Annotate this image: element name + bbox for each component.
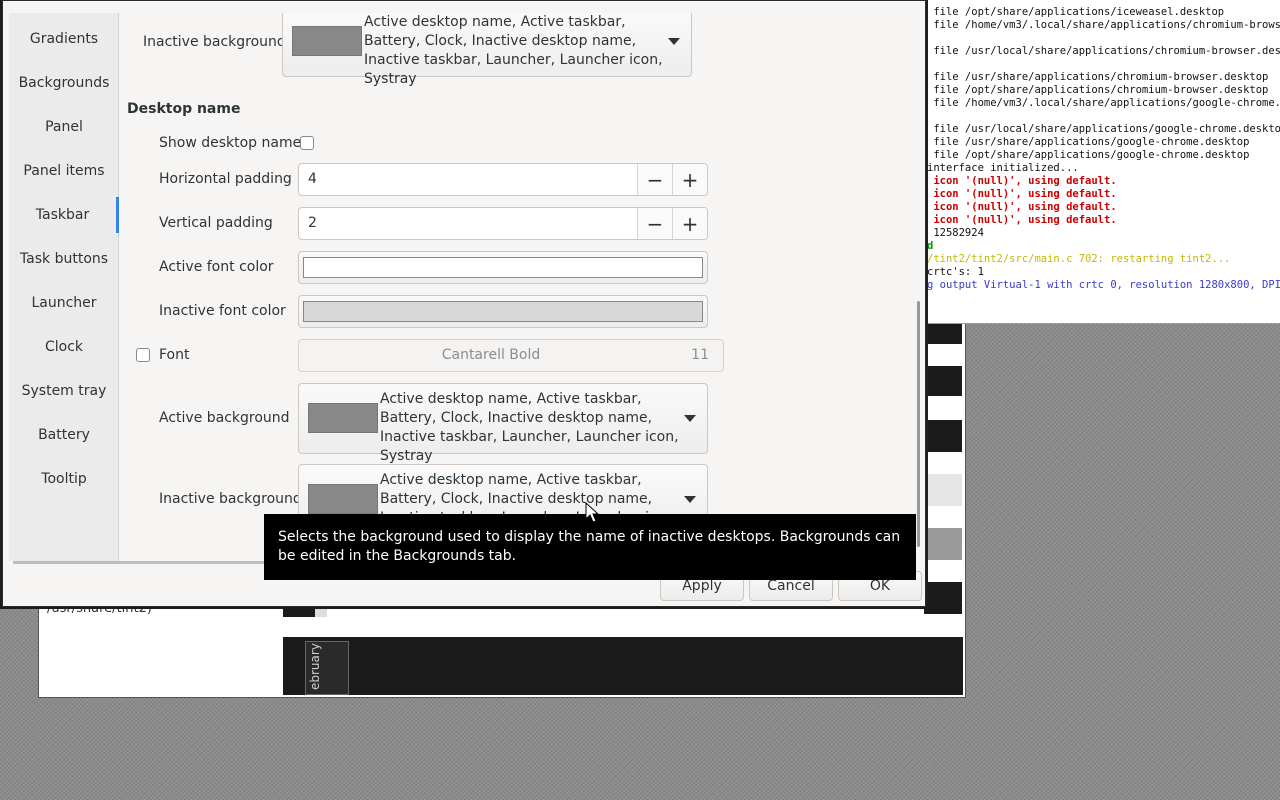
terminal-line: file /opt/share/applications/chromium-br… xyxy=(927,84,1269,96)
sidebar-item-system-tray[interactable]: System tray xyxy=(9,373,119,409)
terminal-line: file /usr/local/share/applications/chrom… xyxy=(927,45,1280,57)
terminal-line: g output Virtual-1 with crtc 0, resoluti… xyxy=(927,279,1280,291)
desktop-name-section-title: Desktop name xyxy=(127,101,241,117)
terminal-line: /tint2/tint2/src/main.c 702: restarting … xyxy=(927,253,1231,265)
active-font-color-button[interactable] xyxy=(298,251,708,284)
show-desktop-name-label: Show desktop name xyxy=(159,135,302,151)
sidebar-item-label: Battery xyxy=(38,427,90,443)
sidebar-item-label: Backgrounds xyxy=(18,75,110,91)
sidebar-item-label: System tray xyxy=(21,383,107,399)
chevron-down-icon xyxy=(668,38,680,45)
inactive-font-color-button[interactable] xyxy=(298,295,708,328)
sidebar-item-label: Task buttons xyxy=(19,251,109,267)
terminal-line: crtc's: 1 xyxy=(927,266,984,278)
panel-preview-label: ebruary xyxy=(308,643,322,690)
font-size: 11 xyxy=(691,347,709,363)
increment-button[interactable]: + xyxy=(672,164,707,195)
terminal-line: d xyxy=(927,240,934,252)
sidebar-item-label: Gradients xyxy=(29,31,99,47)
terminal-line: icon '(null)', using default. xyxy=(927,175,1117,187)
active-background-combo[interactable]: Active desktop name, Active taskbar, Bat… xyxy=(298,383,708,464)
vertical-padding-spinner[interactable]: 2 − + xyxy=(298,207,708,240)
background-swatch xyxy=(292,26,362,56)
inactive-font-color-label: Inactive font color xyxy=(159,303,286,319)
sidebar-item-label: Panel xyxy=(45,119,83,135)
sidebar-item-label: Taskbar xyxy=(35,207,90,223)
horizontal-padding-spinner[interactable]: 4 − + xyxy=(298,163,708,196)
vertical-padding-label: Vertical padding xyxy=(159,215,273,231)
combo-value: Active desktop name, Active taskbar, Bat… xyxy=(364,14,663,87)
horizontal-padding-label: Horizontal padding xyxy=(159,171,292,187)
terminal-line: file /usr/local/share/applications/googl… xyxy=(927,123,1280,135)
vertical-scrollbar[interactable] xyxy=(917,301,920,547)
increment-button[interactable]: + xyxy=(672,208,707,239)
terminal-line: file /opt/share/applications/iceweasel.d… xyxy=(927,6,1225,18)
terminal-line: icon '(null)', using default. xyxy=(927,214,1117,226)
terminal-window[interactable]: file /opt/share/applications/iceweasel.d… xyxy=(926,0,1280,324)
font-label: Font xyxy=(159,347,190,363)
decrement-button[interactable]: − xyxy=(637,208,672,239)
sidebar-item-launcher[interactable]: Launcher xyxy=(9,285,119,321)
font-chooser-button[interactable]: Cantarell Bold 11 xyxy=(298,339,724,372)
terminal-line: icon '(null)', using default. xyxy=(927,201,1117,213)
panel-preview: ebruary xyxy=(283,637,963,695)
horizontal-padding-value: 4 xyxy=(308,171,317,187)
background-strip xyxy=(924,582,962,614)
terminal-line: file /home/vm3/.local/share/applications… xyxy=(927,19,1280,31)
sidebar-item-backgrounds[interactable]: Backgrounds xyxy=(9,65,119,101)
top-inactive-background-label: Inactive background xyxy=(143,34,286,50)
sidebar-item-taskbar[interactable]: Taskbar xyxy=(9,197,119,233)
inactive-background-label: Inactive background xyxy=(159,491,302,507)
vertical-padding-value: 2 xyxy=(308,215,317,231)
sidebar-item-panel-items[interactable]: Panel items xyxy=(9,153,119,189)
background-swatch xyxy=(308,403,378,433)
active-background-label: Active background xyxy=(159,410,290,426)
sidebar-item-gradients[interactable]: Gradients xyxy=(9,21,119,57)
sidebar-item-label: Clock xyxy=(44,339,84,355)
background-strip xyxy=(924,528,962,560)
horizontal-scrollbar[interactable] xyxy=(13,561,268,564)
taskbar-settings-panel: Inactive background Active desktop name,… xyxy=(121,13,921,561)
terminal-line: file /usr/share/applications/chromium-br… xyxy=(927,71,1269,83)
terminal-line: interface initialized... xyxy=(927,162,1079,174)
terminal-line: file /home/vm3/.local/share/applications… xyxy=(927,97,1280,109)
sidebar-item-label: Panel items xyxy=(23,163,105,179)
terminal-line: file /opt/share/applications/google-chro… xyxy=(927,149,1250,161)
terminal-output: file /opt/share/applications/iceweasel.d… xyxy=(927,0,1280,292)
background-swatch xyxy=(308,484,378,514)
active-font-color-label: Active font color xyxy=(159,259,274,275)
top-inactive-background-combo[interactable]: Active desktop name, Active taskbar, Bat… xyxy=(282,13,692,87)
font-name: Cantarell Bold xyxy=(441,347,541,363)
sidebar-item-battery[interactable]: Battery xyxy=(9,417,119,453)
background-strip xyxy=(924,366,962,396)
chevron-down-icon xyxy=(684,415,696,422)
sidebar-item-label: Launcher xyxy=(31,295,97,311)
settings-sidebar: Gradients Backgrounds Panel Panel items … xyxy=(9,13,119,561)
sidebar-item-task-buttons[interactable]: Task buttons xyxy=(9,241,119,277)
sidebar-item-panel[interactable]: Panel xyxy=(9,109,119,145)
terminal-line: icon '(null)', using default. xyxy=(927,188,1117,200)
combo-value: Active desktop name, Active taskbar, Bat… xyxy=(380,391,679,464)
panel-preview-tab: ebruary xyxy=(305,641,349,695)
decrement-button[interactable]: − xyxy=(637,164,672,195)
sidebar-item-label: Tooltip xyxy=(41,471,87,487)
sidebar-item-clock[interactable]: Clock xyxy=(9,329,119,365)
color-preview xyxy=(303,257,703,278)
terminal-line: 12582924 xyxy=(927,227,984,239)
mouse-cursor-icon xyxy=(585,502,599,523)
color-preview xyxy=(303,301,703,322)
font-checkbox[interactable] xyxy=(136,348,150,362)
background-strip xyxy=(924,420,962,452)
background-strip xyxy=(924,474,962,506)
sidebar-item-tooltip[interactable]: Tooltip xyxy=(9,461,119,497)
terminal-line: file /usr/share/applications/google-chro… xyxy=(927,136,1250,148)
show-desktop-name-checkbox[interactable] xyxy=(300,136,314,150)
chevron-down-icon xyxy=(684,496,696,503)
